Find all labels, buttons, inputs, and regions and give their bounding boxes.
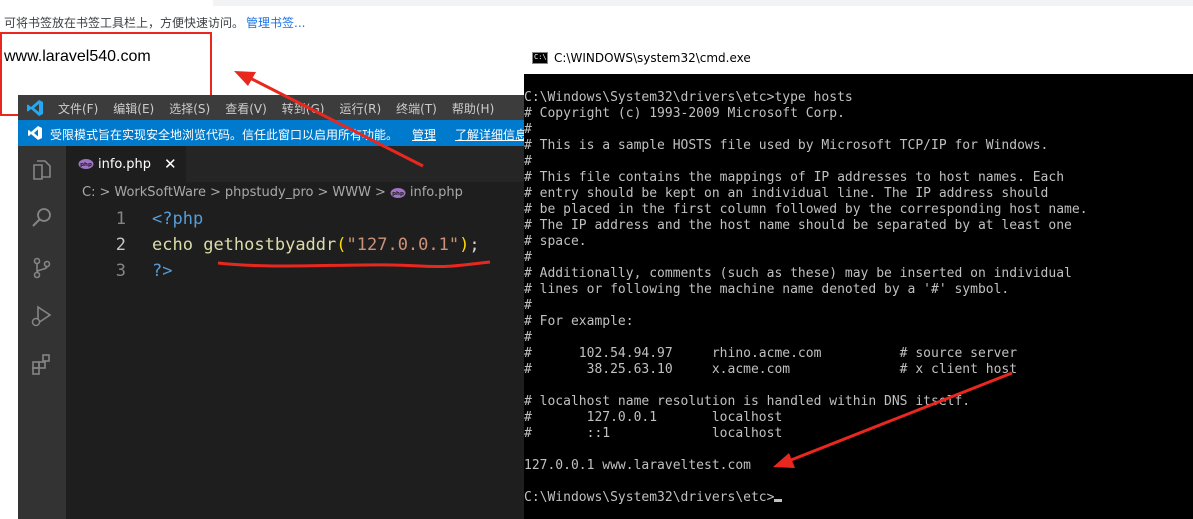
arrow-head [773,453,795,468]
arrow-line [245,74,424,168]
arrow-line [785,371,1013,464]
underline-annotation [217,260,491,269]
annotation-layer [217,71,1013,468]
